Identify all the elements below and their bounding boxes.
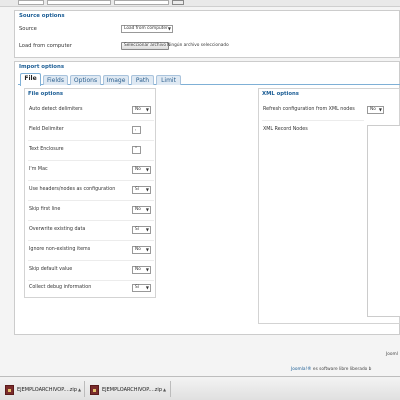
load-from-computer-label: Load from computer bbox=[19, 43, 72, 49]
option-value: Sí bbox=[135, 227, 139, 232]
xml-options-fieldset: XML options Refresh configuration from X… bbox=[258, 88, 400, 324]
file-status-text: Ningún archivo seleccionado bbox=[167, 43, 229, 48]
refresh-config-select[interactable]: No ▼ bbox=[367, 106, 384, 114]
option-row: Ignore non-existing items No ▼ bbox=[28, 241, 154, 261]
file-options-legend: File options bbox=[28, 91, 64, 97]
option-select[interactable]: No ▼ bbox=[132, 266, 151, 274]
option-row: Overwrite existing data Sí ▼ bbox=[28, 221, 154, 241]
download-item[interactable]: EJEMPLOARCHIVOP....zip ▲ bbox=[5, 383, 83, 397]
footer-license: Joomla!® es software libre liberado b bbox=[291, 367, 371, 372]
option-label: Use headers/nodes as configuration bbox=[29, 187, 116, 192]
option-row: Auto detect delimiters No ▼ bbox=[28, 101, 154, 121]
option-label: I'm Mac bbox=[29, 167, 48, 172]
text-enclosure-input[interactable]: " bbox=[132, 146, 141, 154]
chevron-down-icon: ▼ bbox=[145, 107, 149, 112]
option-value: No bbox=[135, 247, 141, 252]
download-separator bbox=[84, 381, 85, 397]
zip-file-icon bbox=[5, 385, 14, 395]
option-select[interactable]: Sí ▼ bbox=[132, 186, 151, 194]
source-options-title: Source options bbox=[19, 13, 65, 19]
option-value: Sí bbox=[135, 285, 139, 290]
refresh-config-row: Refresh configuration from XML nodes bbox=[262, 101, 364, 121]
import-options-title: Import options bbox=[19, 64, 65, 70]
option-row: Use headers/nodes as configuration Sí ▼ bbox=[28, 181, 154, 201]
option-row: Collect debug information Sí ▼ bbox=[28, 279, 154, 299]
tab-limit[interactable]: Limit bbox=[156, 75, 181, 85]
option-row: Skip default value No ▼ bbox=[28, 261, 154, 281]
file-options-fieldset: File options Auto detect delimiters No ▼ … bbox=[24, 88, 156, 298]
top-select-3[interactable] bbox=[114, 0, 169, 5]
source-label: Source bbox=[19, 26, 37, 32]
tab-file[interactable]: File bbox=[20, 73, 41, 86]
tab-fields[interactable]: Fields bbox=[43, 75, 68, 85]
download-filename: EJEMPLOARCHIVOP....zip bbox=[17, 387, 77, 393]
refresh-config-value: No bbox=[370, 107, 376, 112]
joomla-link[interactable]: Joomla!® bbox=[291, 367, 312, 372]
source-options-panel: Source options Source Load from computer… bbox=[14, 10, 400, 58]
footer-joomla-version: Jooml bbox=[386, 352, 398, 357]
xml-record-nodes-textarea[interactable] bbox=[367, 125, 400, 317]
chevron-down-icon: ▼ bbox=[167, 26, 171, 31]
option-select[interactable]: Sí ▼ bbox=[132, 284, 151, 292]
tab-options[interactable]: Options bbox=[70, 75, 101, 85]
import-tabs: File Fields Options Image Path Limit bbox=[18, 73, 400, 86]
download-bar: EJEMPLOARCHIVOP....zip ▲ EJEMPLOARCHIVOP… bbox=[0, 376, 400, 400]
caret-up-icon[interactable]: ▲ bbox=[78, 383, 81, 397]
option-value: No bbox=[135, 107, 141, 112]
option-value: Sí bbox=[135, 187, 139, 192]
refresh-config-label: Refresh configuration from XML nodes bbox=[263, 107, 355, 112]
xml-record-nodes-label: XML Record Nodes bbox=[263, 127, 308, 132]
option-label: Skip default value bbox=[29, 267, 73, 272]
top-toolbar bbox=[0, 0, 400, 7]
option-select[interactable]: Sí ▼ bbox=[132, 226, 151, 234]
chevron-down-icon: ▼ bbox=[145, 187, 149, 192]
tab-image[interactable]: Image bbox=[103, 75, 129, 85]
option-row: Skip first line No ▼ bbox=[28, 201, 154, 221]
option-row: Field Delimiter , bbox=[28, 121, 154, 141]
option-row: I'm Mac No ▼ bbox=[28, 161, 154, 181]
chevron-down-icon: ▼ bbox=[145, 207, 149, 212]
choose-file-button[interactable]: Seleccionar archivo bbox=[121, 42, 170, 50]
chevron-down-icon: ▼ bbox=[145, 285, 149, 290]
option-label: Skip first line bbox=[29, 207, 61, 212]
option-label: Overwrite existing data bbox=[29, 227, 86, 232]
option-value: No bbox=[135, 207, 141, 212]
caret-up-icon[interactable]: ▲ bbox=[163, 383, 166, 397]
option-label: Collect debug information bbox=[29, 285, 92, 290]
option-label: Field Delimiter bbox=[29, 127, 64, 132]
option-value: No bbox=[135, 267, 141, 272]
top-select-1[interactable] bbox=[18, 0, 44, 5]
option-label: Text Enclosure bbox=[29, 147, 64, 152]
tab-path[interactable]: Path bbox=[131, 75, 154, 85]
xml-options-legend: XML options bbox=[262, 91, 299, 97]
field-delimiter-input[interactable]: , bbox=[132, 126, 141, 134]
chevron-down-icon: ▼ bbox=[145, 247, 149, 252]
zip-file-icon bbox=[90, 385, 99, 395]
option-label: Auto detect delimiters bbox=[29, 107, 83, 112]
chevron-down-icon: ▼ bbox=[145, 167, 149, 172]
option-value: No bbox=[135, 167, 141, 172]
chevron-down-icon: ▼ bbox=[145, 227, 149, 232]
chevron-down-icon: ▼ bbox=[145, 267, 149, 272]
source-select[interactable]: Load from computer ▼ bbox=[121, 25, 173, 33]
option-row: Text Enclosure " bbox=[28, 141, 154, 161]
download-filename: EJEMPLOARCHIVOP....zip bbox=[102, 387, 162, 393]
top-select-2[interactable] bbox=[47, 0, 111, 5]
xml-record-nodes-row: XML Record Nodes bbox=[262, 121, 364, 141]
download-item[interactable]: EJEMPLOARCHIVOP....zip ▲ bbox=[90, 383, 168, 397]
option-select[interactable]: No ▼ bbox=[132, 246, 151, 254]
option-label: Ignore non-existing items bbox=[29, 247, 91, 252]
option-select[interactable]: No ▼ bbox=[132, 106, 151, 114]
option-select[interactable]: No ▼ bbox=[132, 166, 151, 174]
footer-license-text: es software libre liberado b bbox=[311, 367, 372, 372]
go-button[interactable] bbox=[172, 0, 184, 5]
download-separator bbox=[170, 381, 171, 397]
source-select-value: Load from computer bbox=[124, 26, 168, 31]
chevron-down-icon: ▼ bbox=[378, 107, 382, 112]
option-select[interactable]: No ▼ bbox=[132, 206, 151, 214]
